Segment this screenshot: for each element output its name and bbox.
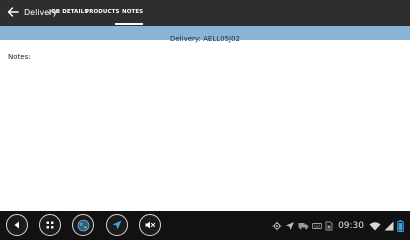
grid-icon (46, 221, 54, 229)
arrow-left-icon (7, 7, 19, 17)
status-area: 09:30 (272, 211, 404, 240)
sim-card-icon (325, 220, 333, 232)
globe-icon (77, 219, 89, 231)
triangle-back-icon (14, 221, 19, 229)
delivery-info-bar: Delivery: AELL05J02 (0, 26, 410, 43)
location-arrow-icon (285, 220, 295, 232)
signal-icon (384, 220, 394, 232)
system-navigation-bar: 09:30 (0, 211, 410, 240)
tab-products[interactable]: PRODUCTS (85, 9, 120, 15)
active-tab-indicator (115, 23, 143, 25)
navigation-arrow-icon (112, 220, 122, 230)
keyboard-icon (312, 220, 323, 232)
delivery-id-label: Delivery: AELL05J02 (169, 35, 241, 43)
notes-label: Notes: (8, 53, 31, 61)
back-button[interactable] (6, 5, 20, 19)
truck-icon (298, 220, 309, 232)
navigate-button[interactable] (106, 214, 128, 236)
mute-button[interactable] (139, 214, 161, 236)
tab-job-details[interactable]: JOB DETAILS (49, 9, 88, 15)
home-grid-button[interactable] (39, 214, 61, 236)
wifi-icon (369, 220, 381, 232)
tab-notes[interactable]: NOTES (122, 9, 143, 15)
speaker-mute-icon (145, 221, 156, 229)
clock: 09:30 (338, 220, 364, 231)
system-back-button[interactable] (6, 214, 28, 236)
app-bar: Delivery JOB DETAILS PRODUCTS NOTES (0, 0, 410, 26)
maps-button[interactable] (72, 214, 94, 236)
gps-target-icon (272, 220, 282, 232)
battery-icon (397, 219, 404, 232)
